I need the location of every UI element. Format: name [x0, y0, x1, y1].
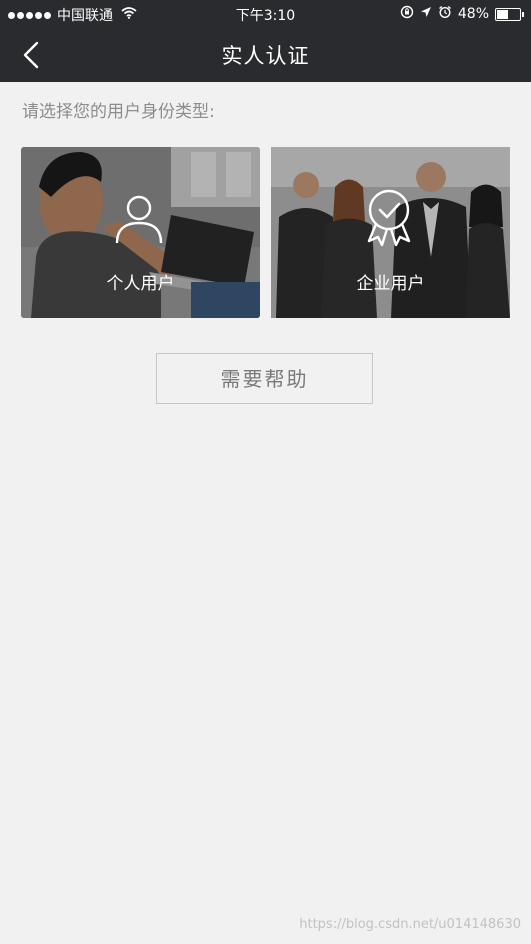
- business-user-label: 企业用户: [356, 274, 425, 294]
- user-type-prompt: 请选择您的用户身份类型:: [22, 102, 215, 122]
- personal-user-card[interactable]: 个人用户: [21, 147, 260, 318]
- person-icon: [115, 195, 163, 244]
- status-right: 48%: [400, 5, 524, 23]
- location-arrow-icon: [420, 6, 432, 22]
- business-user-card[interactable]: 企业用户: [271, 147, 510, 318]
- status-bar: 中国联通 下午3:10 48%: [0, 0, 531, 28]
- battery-percent: 48%: [457, 6, 489, 22]
- battery-icon: [495, 7, 524, 21]
- rotation-lock-icon: [400, 5, 414, 23]
- nav-bar: 实人认证: [0, 28, 531, 82]
- page-title: 实人认证: [221, 44, 310, 68]
- personal-user-label: 个人用户: [106, 274, 175, 294]
- alarm-icon: [438, 5, 452, 23]
- help-button[interactable]: 需要帮助: [156, 353, 373, 404]
- badge-check-icon: [367, 189, 411, 247]
- watermark: https://blog.csdn.net/u014148630: [299, 917, 521, 932]
